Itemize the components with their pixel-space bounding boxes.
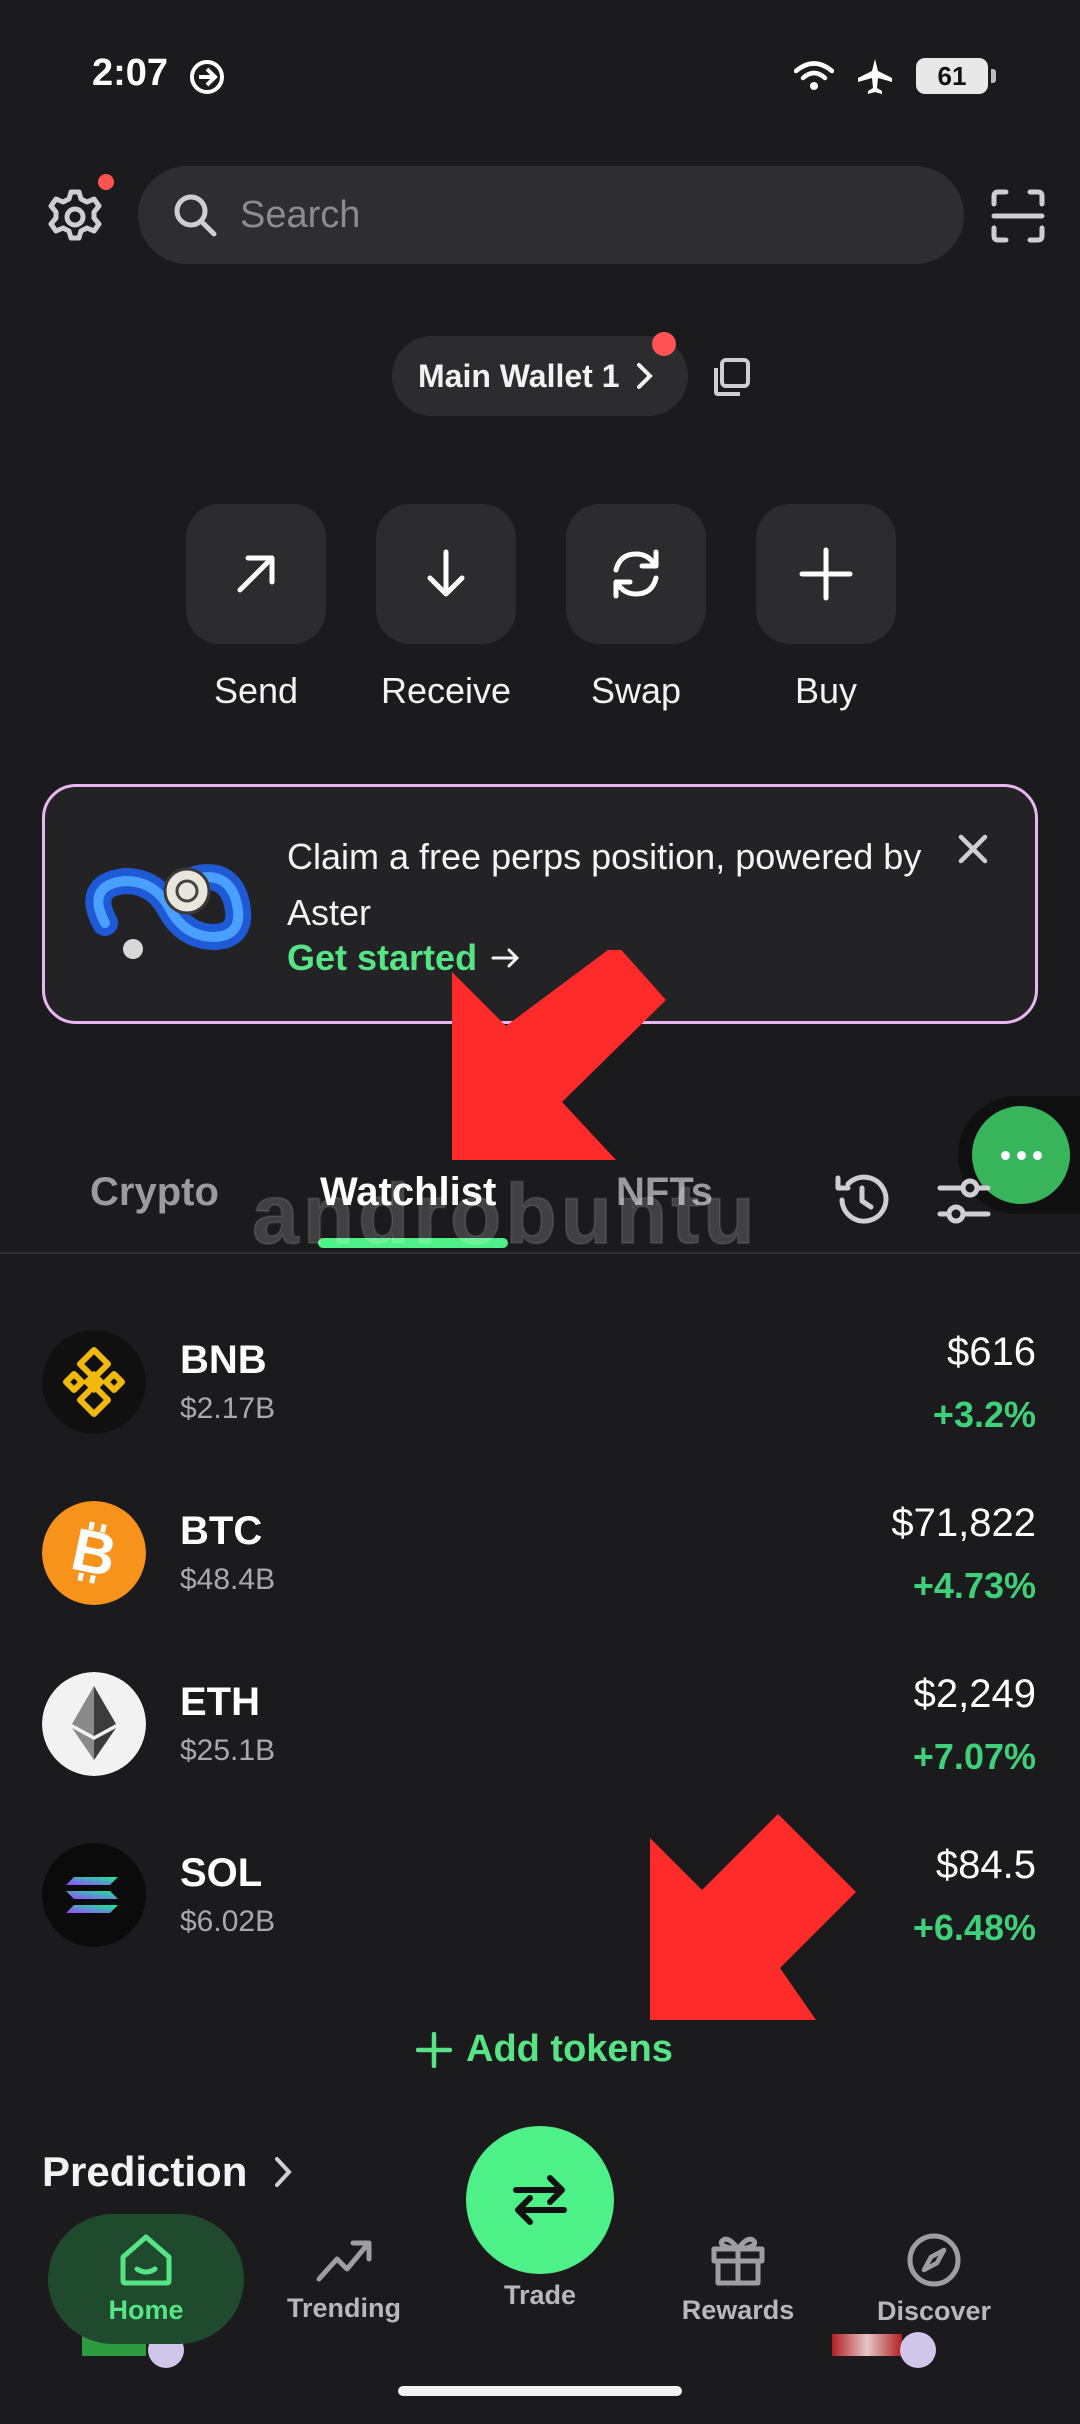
prediction-title: Prediction <box>42 2148 248 2195</box>
plus-icon <box>799 547 853 601</box>
wallet-name: Main Wallet 1 <box>418 357 620 394</box>
token-symbol: BTC <box>180 1509 263 1553</box>
bnb-logo-icon <box>42 1330 146 1434</box>
home-gesture-bar[interactable] <box>398 2386 682 2396</box>
token-change: +7.07% <box>912 1736 1036 1777</box>
token-change: +4.73% <box>912 1565 1036 1606</box>
status-bar: 2:07 61 <box>0 0 1080 150</box>
close-icon[interactable] <box>955 831 991 867</box>
filter-icon[interactable] <box>936 1174 992 1230</box>
tab-nfts[interactable]: NFTs <box>616 1170 713 1215</box>
airplane-mode-icon <box>858 59 892 94</box>
settings-button[interactable] <box>40 174 114 252</box>
settings-notification-dot <box>98 174 114 190</box>
token-price: $616 <box>947 1330 1036 1374</box>
buy-button[interactable] <box>756 504 896 644</box>
scan-qr-button[interactable] <box>984 182 1052 250</box>
token-price: $71,822 <box>891 1501 1036 1545</box>
receive-action[interactable]: Receive <box>376 504 516 712</box>
promo-text: Claim a free perps position, powered by … <box>287 836 922 933</box>
refresh-icon <box>613 549 659 599</box>
add-tokens-button[interactable]: Add tokens <box>416 2028 673 2071</box>
swap-label: Swap <box>590 670 682 711</box>
gear-icon <box>48 189 102 241</box>
token-change: +3.2% <box>932 1394 1036 1435</box>
trending-up-icon <box>316 2240 372 2281</box>
nav-rewards[interactable]: Rewards <box>640 2214 836 2344</box>
token-market-cap: $25.1B <box>180 1734 276 1767</box>
promo-cta-label: Get started <box>287 937 478 978</box>
annotation-arrow-icon <box>452 950 666 1160</box>
send-label: Send <box>213 670 299 711</box>
nav-home[interactable]: Home <box>48 2214 244 2344</box>
add-tokens-label: Add tokens <box>466 2028 673 2070</box>
active-tab-indicator <box>318 1238 508 1248</box>
swap-button[interactable] <box>566 504 706 644</box>
ethereum-logo-icon <box>42 1672 146 1776</box>
copy-address-icon[interactable] <box>710 356 752 398</box>
aster-promo-illustration <box>85 864 252 959</box>
token-row-sol[interactable]: SOL $6.02B $84.5 +6.48% <box>0 1813 1080 1984</box>
nav-rewards-label: Rewards <box>681 2294 795 2325</box>
token-symbol: SOL <box>180 1851 263 1895</box>
tabs-divider <box>0 1252 1080 1254</box>
swap-arrows-icon <box>513 2175 567 2225</box>
annotation-arrow-icon <box>650 1814 856 2020</box>
wallet-selector[interactable]: Main Wallet 1 <box>392 332 688 416</box>
nav-trade-label[interactable]: Trade <box>442 2280 638 2311</box>
chevron-right-icon <box>275 2157 293 2187</box>
nav-trending[interactable]: Trending <box>246 2214 442 2344</box>
gift-icon <box>711 2236 765 2285</box>
token-row-bnb[interactable]: BNB $2.17B $616 +3.2% <box>0 1300 1080 1471</box>
token-row-btc[interactable]: B BTC $48.4B $71,822 +4.73% <box>0 1471 1080 1642</box>
solana-logo-icon <box>42 1843 146 1947</box>
search-bar[interactable] <box>138 166 964 264</box>
token-symbol: ETH <box>180 1680 260 1724</box>
tab-watchlist[interactable]: Watchlist <box>320 1170 496 1215</box>
trade-button[interactable] <box>466 2126 614 2274</box>
bitcoin-logo-icon: B <box>42 1501 146 1605</box>
send-button[interactable] <box>186 504 326 644</box>
status-time: 2:07 <box>92 52 169 94</box>
search-icon <box>174 194 217 237</box>
nav-discover-label: Discover <box>876 2295 992 2326</box>
wallet-home-screen: 2:07 61 Search Main Wallet 1 Send Receiv… <box>0 0 1080 2424</box>
token-row-eth[interactable]: ETH $25.1B $2,249 +7.07% <box>0 1642 1080 1813</box>
token-change: +6.48% <box>912 1907 1036 1948</box>
token-market-cap: $48.4B <box>180 1563 276 1596</box>
receive-button[interactable] <box>376 504 516 644</box>
buy-label: Buy <box>794 670 858 711</box>
battery-indicator: 61 <box>916 58 996 94</box>
search-input[interactable] <box>240 193 880 237</box>
nav-discover[interactable]: Discover <box>836 2214 1032 2344</box>
tab-crypto[interactable]: Crypto <box>90 1170 219 1215</box>
buy-action[interactable]: Buy <box>756 504 896 712</box>
scan-icon <box>991 189 1045 243</box>
token-market-cap: $2.17B <box>180 1392 276 1425</box>
token-symbol: BNB <box>180 1338 267 1382</box>
token-market-cap: $6.02B <box>180 1905 276 1938</box>
receive-label: Receive <box>380 670 512 711</box>
quick-actions: Send Receive Swap Buy <box>186 504 896 712</box>
status-icons: 61 <box>794 56 996 96</box>
token-price: $2,249 <box>913 1672 1036 1716</box>
home-icon <box>120 2234 172 2285</box>
token-price: $84.5 <box>935 1843 1036 1887</box>
prediction-section-header[interactable]: Prediction <box>42 2148 295 2196</box>
arrow-up-right-icon <box>237 555 275 593</box>
plus-icon <box>416 2031 452 2068</box>
app-notification-icon <box>190 60 224 94</box>
wifi-icon <box>794 61 834 90</box>
compass-icon <box>907 2233 961 2286</box>
chevron-right-icon <box>636 363 653 389</box>
send-action[interactable]: Send <box>186 504 326 712</box>
swap-action[interactable]: Swap <box>566 504 706 712</box>
arrow-down-icon <box>427 549 465 597</box>
nav-home-label: Home <box>108 2294 184 2325</box>
nav-trending-label: Trending <box>287 2292 401 2323</box>
watchlist-token-list: BNB $2.17B $616 +3.2% B BTC $48.4B $71,8… <box>0 1300 1080 1984</box>
wallet-notification-dot <box>652 332 676 356</box>
history-icon[interactable] <box>832 1170 892 1230</box>
